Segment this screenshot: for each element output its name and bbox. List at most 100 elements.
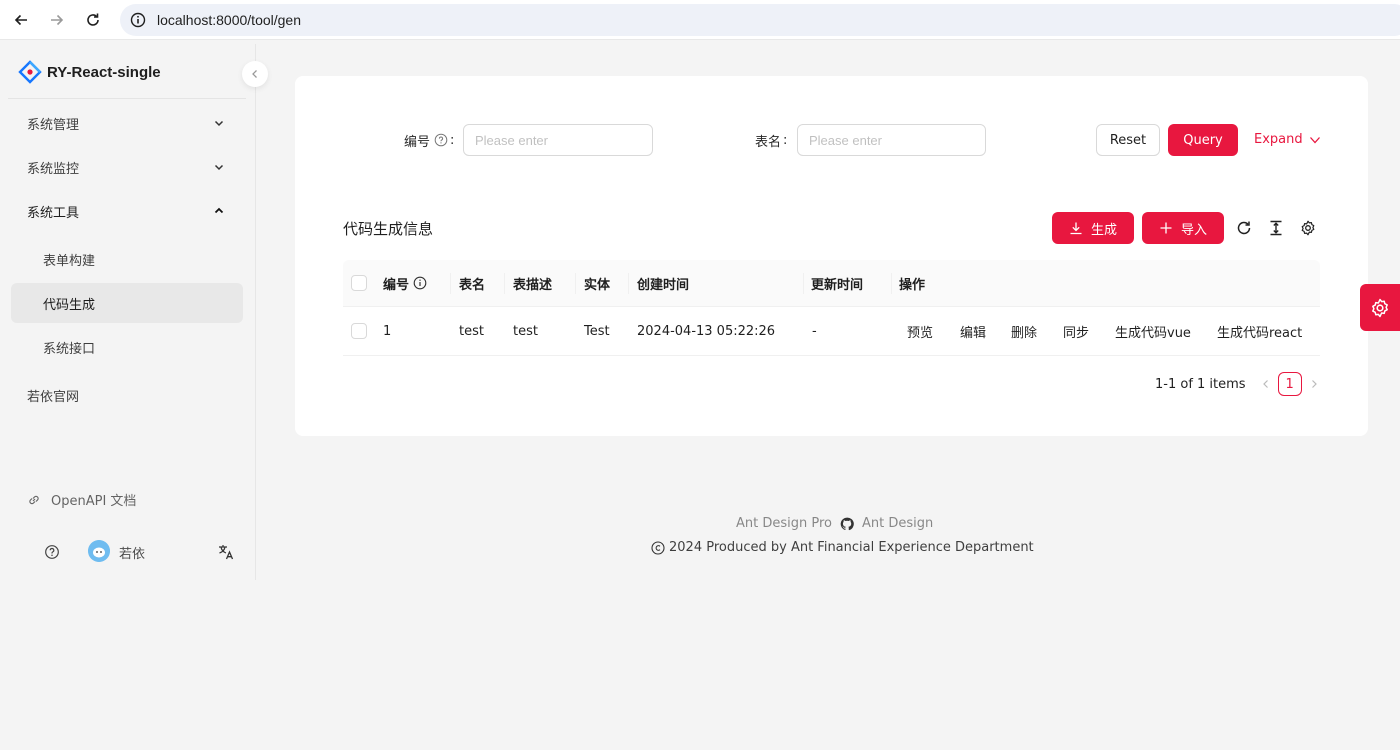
select-all-checkbox[interactable] [351,275,367,291]
menu-label: 若依官网 [27,389,80,405]
ant-design-pro-link[interactable]: Ant Design Pro [736,516,832,531]
page-1-button[interactable]: 1 [1277,372,1302,396]
row-created-time: 2024-04-13 05:22:26 [637,323,776,339]
footer-links: Ant Design Pro Ant Design [736,516,933,531]
settings-drawer-button[interactable] [1360,284,1400,331]
column-header[interactable]: 更新时间 [811,260,863,306]
table-header: 编号 表名 表描述 实体 创建时间 更新时间 操作 [343,260,1320,307]
menu-system-monitor[interactable]: 系统监控 [11,147,243,187]
copyright-text: 2024 Produced by Ant Financial Experienc… [669,540,1034,555]
column-divider [803,273,804,294]
username[interactable]: 若依 [119,543,145,562]
import-button[interactable]: 导入 [1142,212,1224,244]
column-header-label: 编号 [383,277,410,293]
question-circle-icon[interactable] [434,133,448,147]
id-label-text: 编号 [404,134,431,150]
preview-action[interactable]: 预览 [907,307,933,355]
generate-react-action[interactable]: 生成代码react [1217,307,1302,355]
menu-system-tools[interactable]: 系统工具 [11,191,243,231]
app-logo[interactable]: RY-React-single [18,58,161,86]
row-checkbox[interactable] [351,323,367,339]
chevron-down-icon [1309,136,1320,143]
table-name-input[interactable] [797,124,986,156]
chevron-right-icon[interactable] [1308,378,1320,390]
row-updated-time: - [812,323,817,339]
column-header[interactable]: 创建时间 [637,260,689,306]
sync-action[interactable]: 同步 [1063,307,1089,355]
ant-design-link[interactable]: Ant Design [862,516,933,531]
question-circle-icon[interactable] [44,544,60,560]
menu-label: 系统工具 [27,205,80,221]
expand-label: Expand [1254,132,1303,147]
delete-action[interactable]: 删除 [1011,307,1037,355]
column-height-icon[interactable] [1268,220,1284,236]
expand-button[interactable]: Expand [1254,132,1321,147]
openapi-link[interactable]: OpenAPI 文档 [27,490,136,509]
column-divider [891,273,892,294]
url-text: localhost:8000/tool/gen [157,12,301,28]
sidebar-footer: 若依 [0,540,256,564]
menu-code-gen[interactable]: 代码生成 [11,283,243,323]
translate-icon[interactable] [217,543,235,561]
reload-icon [87,13,99,26]
chevron-down-icon [214,120,224,127]
generate-label: 生成 [1090,222,1117,238]
menu-ruoyi-site[interactable]: 若依官网 [11,375,243,415]
setting-icon[interactable] [1300,220,1316,236]
query-button[interactable]: Query [1168,124,1238,156]
chevron-left-icon[interactable] [1260,378,1272,390]
column-header[interactable]: 编号 [383,260,427,306]
id-input[interactable] [463,124,653,156]
table-title: 代码生成信息 [343,220,434,238]
menu-label: 系统管理 [27,117,80,133]
generate-button[interactable]: 生成 [1052,212,1134,244]
column-header[interactable]: 表描述 [513,260,552,306]
colon: : [783,132,788,148]
edit-action[interactable]: 编辑 [960,307,986,355]
openapi-label: OpenAPI 文档 [51,494,137,509]
info-circle-icon[interactable] [413,276,427,290]
table-name-field-label: 表名 : [755,124,787,156]
row-select-cell [351,307,367,355]
chevron-down-icon [214,164,224,171]
column-header: 操作 [899,277,926,293]
site-info-icon[interactable] [130,12,146,28]
column-divider [504,273,505,294]
menu-system-management[interactable]: 系统管理 [11,103,243,143]
arrow-right-icon [51,14,64,26]
pagination: 1-1 of 1 items 1 [1155,372,1320,396]
column-divider [450,273,451,294]
column-header[interactable]: 表名 [459,260,485,306]
browser-toolbar: localhost:8000/tool/gen [0,0,1400,40]
row-entity: Test [584,323,610,339]
chevron-up-icon [214,207,224,214]
forward-button[interactable] [39,0,75,40]
menu-label: 系统接口 [43,341,96,357]
back-button[interactable] [3,0,39,40]
menu-label: 系统监控 [27,161,80,177]
address-bar[interactable]: localhost:8000/tool/gen [120,4,1400,36]
menu-label: 表单构建 [43,253,96,269]
reload-button[interactable] [75,0,111,40]
row-table-name: test [459,323,484,339]
avatar[interactable] [88,540,110,562]
copyright-icon [651,540,665,555]
plus-icon [1160,222,1172,234]
reset-button[interactable]: Reset [1096,124,1160,156]
pagination-summary: 1-1 of 1 items [1155,376,1246,392]
row-id-link[interactable]: 1 [383,307,391,355]
collapse-sidebar-button[interactable] [242,61,268,87]
menu-form-builder[interactable]: 表单构建 [11,239,243,279]
github-icon[interactable] [840,517,854,531]
menu-system-api[interactable]: 系统接口 [11,327,243,367]
arrow-left-icon [14,14,27,26]
table-row: 1 test test Test 2024-04-13 05:22:26 - 预… [343,307,1320,356]
generate-vue-action[interactable]: 生成代码vue [1115,307,1191,355]
table-name-label-text: 表名 [755,134,782,150]
column-header[interactable]: 实体 [584,260,610,306]
id-field-label: 编号 : [404,124,454,156]
setting-icon [1372,298,1388,317]
chevron-left-icon [252,70,257,78]
reload-icon[interactable] [1236,220,1252,236]
menu-label: 代码生成 [43,297,96,313]
